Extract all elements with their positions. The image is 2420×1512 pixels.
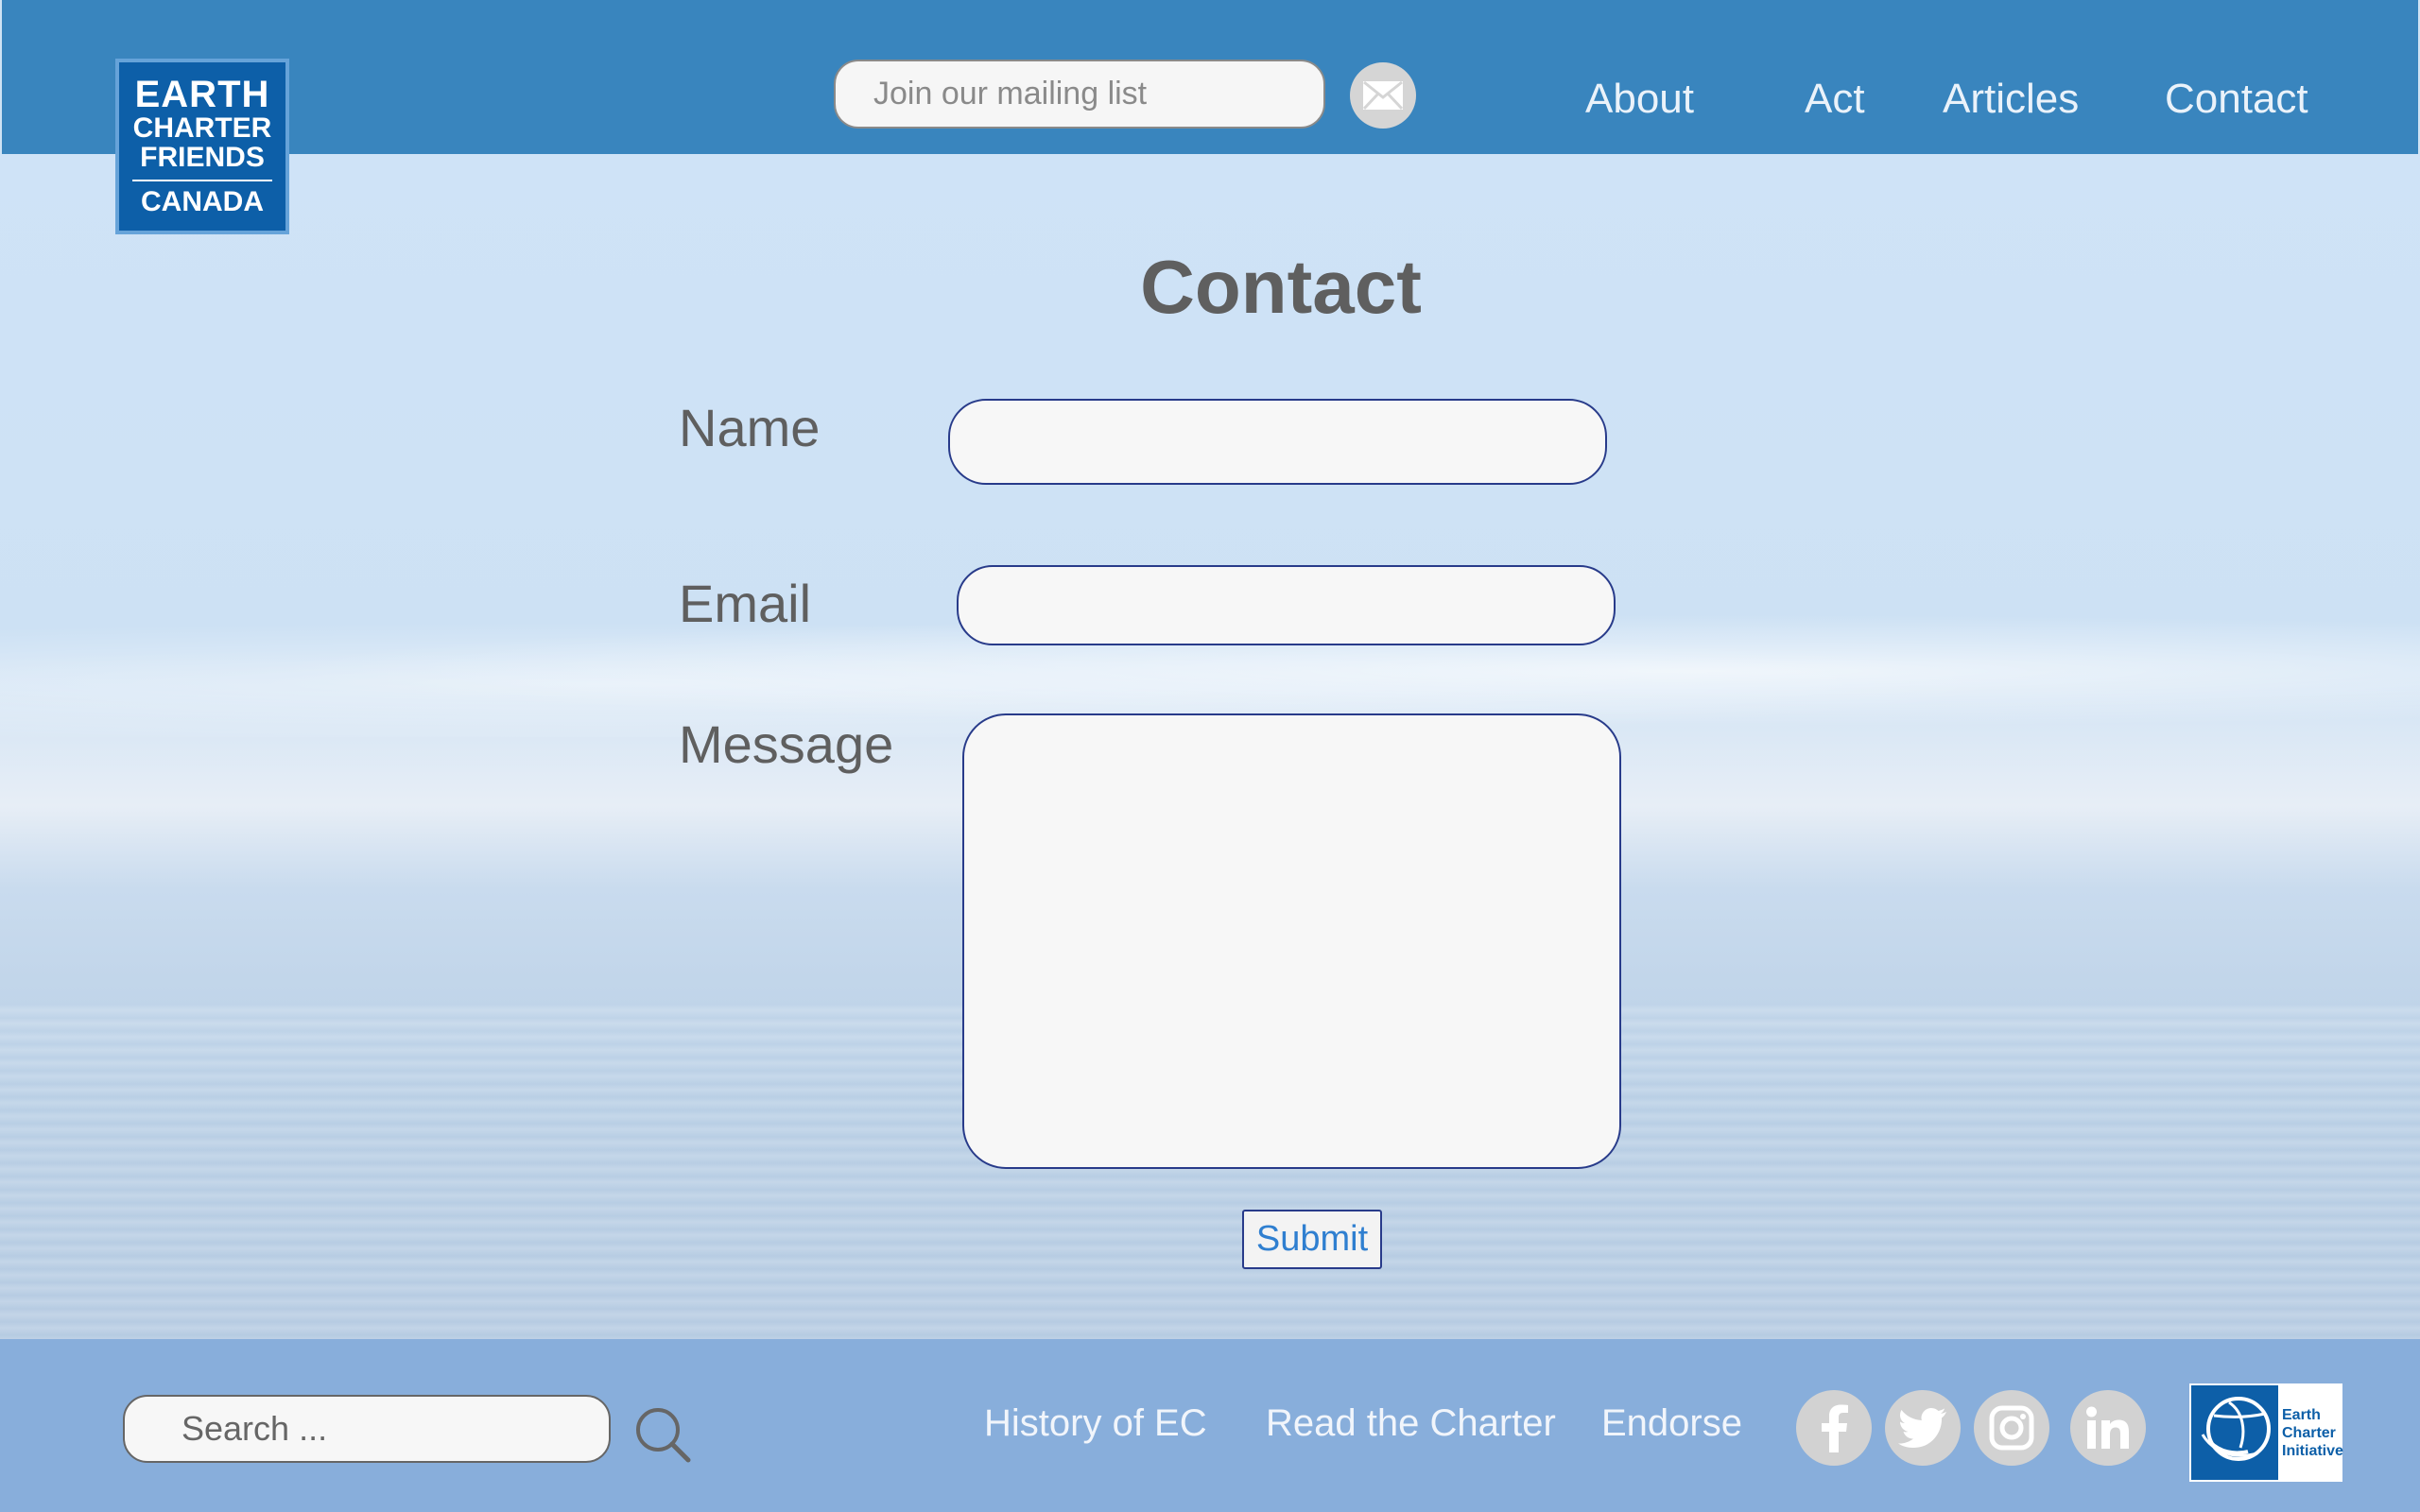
footer-link-read-charter[interactable]: Read the Charter (1266, 1402, 1556, 1445)
logo-line-4: CANADA (141, 186, 264, 217)
email-field[interactable] (957, 565, 1616, 645)
name-field[interactable] (948, 399, 1607, 485)
nav-link-contact[interactable]: Contact (2165, 76, 2308, 123)
twitter-link[interactable] (1885, 1390, 1961, 1466)
search-input[interactable] (123, 1395, 611, 1463)
facebook-icon (1822, 1404, 1848, 1452)
logo-line-3: FRIENDS (140, 142, 265, 173)
message-field[interactable] (962, 713, 1621, 1169)
globe-emblem (2191, 1385, 2278, 1480)
instagram-link[interactable] (1974, 1390, 2049, 1466)
linkedin-icon (2086, 1406, 2129, 1449)
instagram-icon (1989, 1405, 2034, 1451)
earth-charter-initiative-logo[interactable]: Earth Charter Initiative (2189, 1383, 2343, 1482)
site-logo[interactable]: EARTH CHARTER FRIENDS CANADA (115, 59, 289, 234)
partner-logo-text: Earth Charter Initiative (2282, 1406, 2343, 1460)
partner-logo-line-1: Earth (2282, 1406, 2321, 1423)
logo-line-2: CHARTER (132, 112, 272, 144)
footer-link-history[interactable]: History of EC (984, 1402, 1207, 1445)
message-label: Message (679, 714, 894, 774)
facebook-link[interactable] (1796, 1390, 1872, 1466)
nav-link-articles[interactable]: Articles (1943, 76, 2079, 123)
partner-logo-line-2: Charter (2282, 1424, 2336, 1441)
mailing-list-input[interactable] (834, 60, 1325, 129)
email-label: Email (679, 574, 812, 633)
twitter-icon (1898, 1408, 1946, 1448)
mailing-list-submit-button[interactable] (1350, 62, 1416, 129)
linkedin-link[interactable] (2070, 1390, 2146, 1466)
envelope-icon (1362, 80, 1404, 111)
footer-link-endorse[interactable]: Endorse (1601, 1402, 1742, 1445)
logo-line-1: EARTH (134, 74, 270, 115)
nav-link-about[interactable]: About (1585, 76, 1694, 123)
search-icon[interactable] (633, 1405, 692, 1464)
submit-button[interactable]: Submit (1242, 1210, 1382, 1269)
nav-link-act[interactable]: Act (1805, 76, 1865, 123)
logo-divider (132, 180, 272, 181)
partner-logo-line-3: Initiative (2282, 1442, 2343, 1459)
page-title: Contact (1140, 245, 1422, 329)
name-label: Name (679, 398, 821, 457)
